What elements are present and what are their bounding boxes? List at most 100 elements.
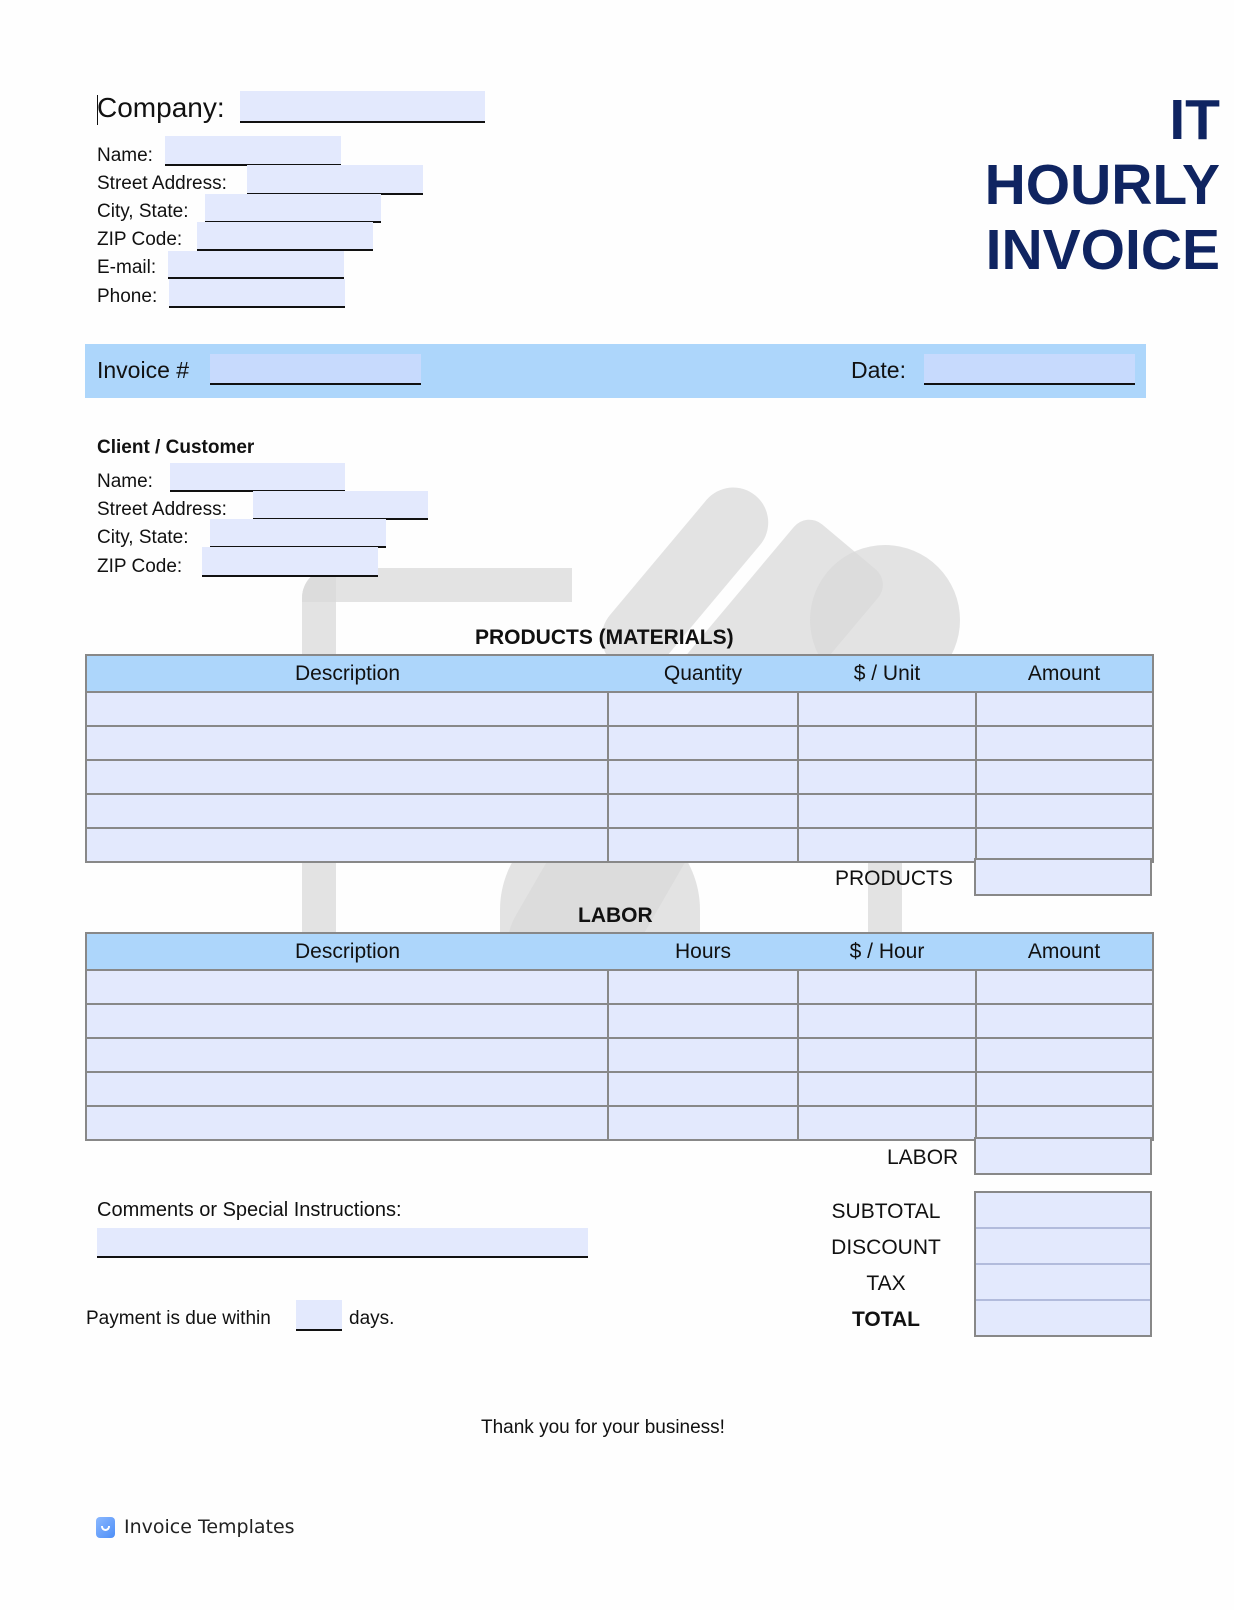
subtotal-field[interactable] <box>976 1193 1150 1229</box>
client-city-label: City, State: <box>97 527 189 548</box>
title-line-3: INVOICE <box>985 218 1220 282</box>
sender-zip-field[interactable] <box>197 222 373 251</box>
client-street-label: Street Address: <box>97 499 227 520</box>
company-label: Company: <box>97 92 225 123</box>
sender-name-label: Name: <box>97 145 153 166</box>
products-total-field[interactable] <box>974 858 1152 896</box>
labor-col-rate: $ / Hour <box>798 932 976 971</box>
discount-label: DISCOUNT <box>831 1236 941 1259</box>
sender-phone-label: Phone: <box>97 286 158 307</box>
hours-cell[interactable] <box>607 1003 799 1039</box>
description-cell[interactable] <box>85 1003 609 1039</box>
total-label: TOTAL <box>851 1308 921 1331</box>
tax-label: TAX <box>866 1272 906 1295</box>
description-cell[interactable] <box>85 691 609 727</box>
amount-cell[interactable] <box>975 1105 1154 1141</box>
products-col-description: Description <box>86 654 608 693</box>
products-col-amount: Amount <box>976 654 1153 693</box>
unit-price-cell[interactable] <box>797 691 977 727</box>
table-row <box>85 691 1154 727</box>
totals-box <box>974 1191 1152 1337</box>
sender-phone-field[interactable] <box>169 279 345 308</box>
amount-cell[interactable] <box>975 1003 1154 1039</box>
products-total-label: PRODUCTS <box>835 867 953 890</box>
payment-days-field[interactable] <box>296 1300 342 1331</box>
amount-cell[interactable] <box>975 827 1154 863</box>
table-row <box>85 1003 1154 1039</box>
date-label: Date: <box>851 357 906 383</box>
sender-street-field[interactable] <box>247 165 423 195</box>
unit-price-cell[interactable] <box>797 793 977 829</box>
sender-city-field[interactable] <box>205 194 381 223</box>
labor-col-amount: Amount <box>976 932 1153 971</box>
table-row <box>85 1071 1154 1107</box>
products-col-unit-price: $ / Unit <box>798 654 976 693</box>
client-zip-label: ZIP Code: <box>97 556 183 577</box>
date-field[interactable] <box>924 354 1135 385</box>
discount-field[interactable] <box>976 1229 1150 1265</box>
amount-cell[interactable] <box>975 691 1154 727</box>
quantity-cell[interactable] <box>607 759 799 795</box>
invoice-number-field[interactable] <box>210 354 421 385</box>
invoice-number-label: Invoice # <box>97 357 190 383</box>
sender-name-field[interactable] <box>165 136 341 166</box>
client-name-field[interactable] <box>170 463 345 492</box>
labor-col-hours: Hours <box>608 932 798 971</box>
quantity-cell[interactable] <box>607 827 799 863</box>
sender-email-field[interactable] <box>168 251 344 279</box>
description-cell[interactable] <box>85 759 609 795</box>
quantity-cell[interactable] <box>607 725 799 761</box>
hours-cell[interactable] <box>607 1105 799 1141</box>
amount-cell[interactable] <box>975 725 1154 761</box>
amount-cell[interactable] <box>975 1071 1154 1107</box>
labor-table: Description Hours $ / Hour Amount <box>85 932 1154 1141</box>
unit-price-cell[interactable] <box>797 827 977 863</box>
comments-field[interactable] <box>97 1228 588 1258</box>
labor-col-description: Description <box>86 932 608 971</box>
quantity-cell[interactable] <box>607 793 799 829</box>
payment-prefix: Payment is due within <box>86 1308 271 1329</box>
sender-street-label: Street Address: <box>97 173 227 194</box>
amount-cell[interactable] <box>975 1037 1154 1073</box>
amount-cell[interactable] <box>975 969 1154 1005</box>
description-cell[interactable] <box>85 1071 609 1107</box>
rate-cell[interactable] <box>797 1037 977 1073</box>
unit-price-cell[interactable] <box>797 759 977 795</box>
brand-logo: Invoice Templates <box>96 1516 295 1538</box>
hours-cell[interactable] <box>607 969 799 1005</box>
company-field[interactable] <box>240 91 485 123</box>
client-heading: Client / Customer <box>97 437 255 458</box>
description-cell[interactable] <box>85 827 609 863</box>
rate-cell[interactable] <box>797 1105 977 1141</box>
rate-cell[interactable] <box>797 969 977 1005</box>
rate-cell[interactable] <box>797 1071 977 1107</box>
client-city-field[interactable] <box>210 519 386 548</box>
client-zip-field[interactable] <box>202 547 378 577</box>
description-cell[interactable] <box>85 793 609 829</box>
sender-city-label: City, State: <box>97 201 189 222</box>
rate-cell[interactable] <box>797 1003 977 1039</box>
products-header-row: Description Quantity $ / Unit Amount <box>86 654 1153 693</box>
client-name-label: Name: <box>97 471 153 492</box>
hours-cell[interactable] <box>607 1071 799 1107</box>
amount-cell[interactable] <box>975 793 1154 829</box>
comments-label: Comments or Special Instructions: <box>97 1199 402 1221</box>
table-row <box>85 725 1154 761</box>
invoice-logo-icon <box>96 1516 115 1538</box>
description-cell[interactable] <box>85 969 609 1005</box>
description-cell[interactable] <box>85 725 609 761</box>
description-cell[interactable] <box>85 1037 609 1073</box>
labor-total-field[interactable] <box>974 1137 1152 1175</box>
description-cell[interactable] <box>85 1105 609 1141</box>
tax-field[interactable] <box>976 1265 1150 1301</box>
thank-you-message: Thank you for your business! <box>481 1417 725 1438</box>
client-street-field[interactable] <box>253 491 428 520</box>
hours-cell[interactable] <box>607 1037 799 1073</box>
quantity-cell[interactable] <box>607 691 799 727</box>
unit-price-cell[interactable] <box>797 725 977 761</box>
total-field[interactable] <box>976 1301 1150 1335</box>
title-line-2: HOURLY <box>984 153 1220 217</box>
amount-cell[interactable] <box>975 759 1154 795</box>
payment-suffix: days. <box>349 1308 395 1329</box>
table-row <box>85 1037 1154 1073</box>
